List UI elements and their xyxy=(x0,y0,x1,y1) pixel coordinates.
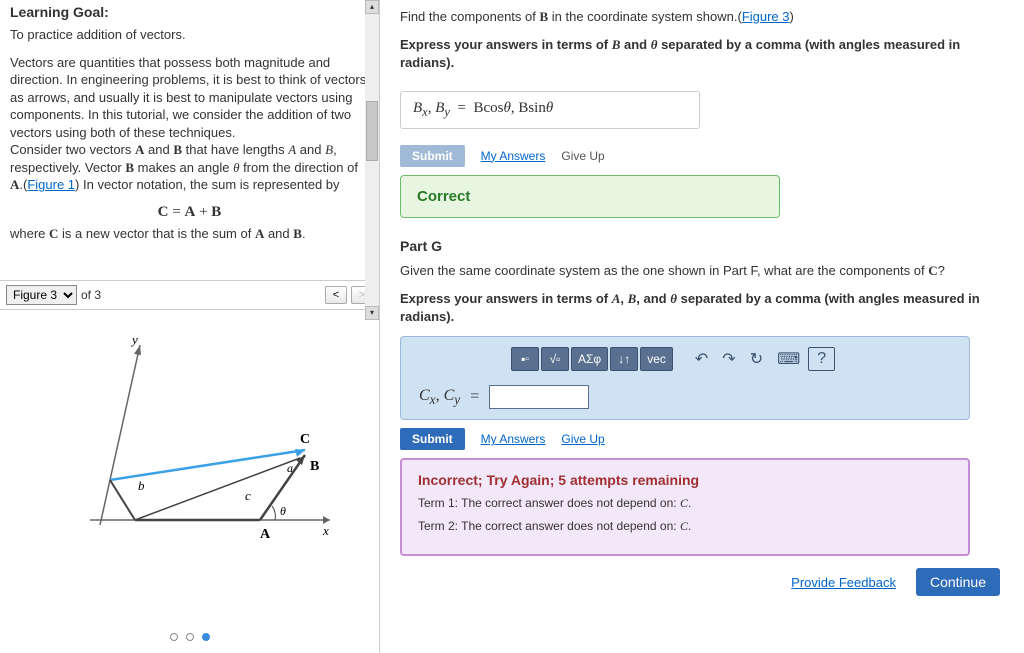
incorrect-feedback: Incorrect; Try Again; 5 attempts remaini… xyxy=(400,458,970,556)
t5: makes an angle xyxy=(134,160,233,175)
svg-text:a: a xyxy=(287,461,293,475)
w3: and xyxy=(264,226,293,241)
g-eq: = xyxy=(470,388,479,406)
svg-text:A: A xyxy=(260,527,271,542)
submit-button-g[interactable]: Submit xyxy=(400,428,465,450)
keyboard-icon[interactable]: ⌨ xyxy=(771,349,806,369)
learning-goal-title: Learning Goal: xyxy=(10,4,369,20)
vec-A2: A xyxy=(10,177,19,192)
vec-B3: B xyxy=(293,226,302,241)
figure-area: x y C b A c B a θ xyxy=(0,310,379,653)
redo-icon[interactable]: ↷ xyxy=(716,349,741,369)
answer-input-row: Cx, Cy = xyxy=(419,385,959,409)
len-A: A xyxy=(288,142,296,157)
figure-select[interactable]: Figure 3 xyxy=(6,285,77,305)
w4: . xyxy=(302,226,306,241)
left-content: Learning Goal: To practice addition of v… xyxy=(0,0,379,262)
incorrect-term-2: Term 2: The correct answer does not depe… xyxy=(418,519,952,534)
vec-tool-button[interactable]: vec xyxy=(640,347,673,371)
template-tool-icon[interactable]: ▪▫ xyxy=(511,347,539,371)
f-rhs: Bcosθ, Bsinθ xyxy=(473,100,553,116)
part-f-instruction: Find the components of B in the coordina… xyxy=(400,8,1004,26)
figure-prev-button[interactable]: < xyxy=(325,286,347,304)
part-f-buttons: Submit My Answers Give Up xyxy=(400,145,1004,167)
fi2: in the coordinate system shown.( xyxy=(548,9,742,24)
part-g-express: Express your answers in terms of A, B, a… xyxy=(400,290,1004,326)
consider-pre: Consider two vectors xyxy=(10,142,135,157)
figure-3-link[interactable]: Figure 3 xyxy=(742,9,790,24)
vec-B: B xyxy=(173,142,182,157)
w2: is a new vector that is the sum of xyxy=(58,226,255,241)
give-up-link-g[interactable]: Give Up xyxy=(561,432,604,446)
provide-feedback-link[interactable]: Provide Feedback xyxy=(791,575,896,590)
dot-3[interactable] xyxy=(202,633,210,641)
dot-1[interactable] xyxy=(170,633,178,641)
continue-button[interactable]: Continue xyxy=(916,568,1000,596)
correct-feedback: Correct xyxy=(400,175,780,218)
t7: ) In vector notation, the sum is represe… xyxy=(75,177,339,192)
equation-c: C = A + B xyxy=(10,204,369,221)
reset-icon[interactable]: ↻ xyxy=(744,349,769,369)
vec-B-f: B xyxy=(539,9,548,24)
vec-A: A xyxy=(135,142,144,157)
submit-button-f[interactable]: Submit xyxy=(400,145,465,167)
help-button[interactable]: ? xyxy=(808,347,835,371)
len-B: B xyxy=(325,142,333,157)
vector-diagram: x y C b A c B a θ xyxy=(40,330,340,550)
toolbar-row: ▪▫ √▫ ΑΣφ ↓↑ vec ↶ ↷ ↻ ⌨ ? xyxy=(511,347,959,371)
goal-intro: To practice addition of vectors. xyxy=(10,26,369,44)
scroll-thumb[interactable] xyxy=(366,101,378,161)
scroll-up-icon[interactable]: ▴ xyxy=(365,0,379,14)
t2: that have lengths xyxy=(182,142,288,157)
part-f-express: Express your answers in terms of B and θ… xyxy=(400,36,1004,72)
svg-text:b: b xyxy=(138,478,145,493)
scroll-down-icon[interactable]: ▾ xyxy=(365,306,379,320)
fi3: ) xyxy=(790,9,794,24)
left-scrollbar[interactable]: ▴ ▾ xyxy=(365,0,379,320)
incorrect-term-1: Term 1: The correct answer does not depe… xyxy=(418,496,952,511)
g-lhs: Cx, Cy xyxy=(419,387,460,408)
part-g-buttons: Submit My Answers Give Up xyxy=(400,428,1004,450)
my-answers-link-g[interactable]: My Answers xyxy=(481,432,546,446)
svg-text:C: C xyxy=(300,432,310,447)
answer-toolbox: ▪▫ √▫ ΑΣφ ↓↑ vec ↶ ↷ ↻ ⌨ ? Cx, Cy = xyxy=(400,336,970,420)
footer-row: Provide Feedback Continue xyxy=(400,568,1004,596)
part-g-instruction: Given the same coordinate system as the … xyxy=(400,262,1004,280)
goal-body: Vectors are quantities that possess both… xyxy=(10,54,369,194)
part-g-title: Part G xyxy=(400,238,1004,254)
part-f-answer-display: Bx, By = Bcosθ, Bsinθ xyxy=(400,91,700,129)
greek-tool-button[interactable]: ΑΣφ xyxy=(571,347,608,371)
vec-B2: B xyxy=(125,160,134,175)
incorrect-title: Incorrect; Try Again; 5 attempts remaini… xyxy=(418,472,952,488)
right-panel: Find the components of B in the coordina… xyxy=(380,0,1024,653)
updown-tool-icon[interactable]: ↓↑ xyxy=(610,347,638,371)
give-up-link-f[interactable]: Give Up xyxy=(561,149,604,163)
answer-input[interactable] xyxy=(489,385,589,409)
svg-text:θ: θ xyxy=(280,504,286,518)
w1: where xyxy=(10,226,49,241)
fi1: Find the components of xyxy=(400,9,539,24)
dot-2[interactable] xyxy=(186,633,194,641)
where-line: where C is a new vector that is the sum … xyxy=(10,225,369,243)
vec-C: C xyxy=(49,226,58,241)
left-panel: Learning Goal: To practice addition of v… xyxy=(0,0,380,653)
svg-text:B: B xyxy=(310,459,319,474)
svg-text:c: c xyxy=(245,488,251,503)
f-lhs: Bx, By xyxy=(413,100,450,116)
goal-body-a: Vectors are quantities that possess both… xyxy=(10,55,366,140)
undo-icon[interactable]: ↶ xyxy=(689,349,714,369)
svg-text:x: x xyxy=(322,523,329,538)
my-answers-link-f[interactable]: My Answers xyxy=(481,149,546,163)
t6: from the direction of xyxy=(239,160,358,175)
figure-1-link[interactable]: Figure 1 xyxy=(27,177,75,192)
vec-A3: A xyxy=(255,226,264,241)
figure-bar: Figure 3 of 3 < > xyxy=(0,280,379,310)
t3: and xyxy=(296,142,325,157)
svg-text:y: y xyxy=(130,332,138,347)
figure-dots xyxy=(170,633,210,641)
t1: and xyxy=(144,142,173,157)
figure-of-label: of 3 xyxy=(81,288,101,302)
sqrt-tool-icon[interactable]: √▫ xyxy=(541,347,569,371)
